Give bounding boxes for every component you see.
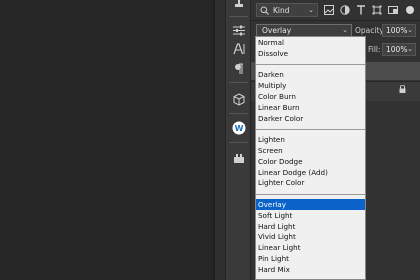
3d-cube-icon[interactable] <box>226 89 252 109</box>
chevron-down-icon: ⌄ <box>407 45 413 53</box>
chevron-down-icon: ⌄ <box>308 6 314 14</box>
adjustments-icon[interactable] <box>226 20 252 40</box>
shape-layer-filter-icon[interactable] <box>370 3 384 17</box>
canvas-area[interactable] <box>0 0 213 280</box>
chevron-down-icon: ⌄ <box>342 26 348 34</box>
blend-option-linear-light[interactable]: Linear Light <box>256 242 365 253</box>
layer-filter-bar: Kind ⌄ <box>251 0 420 21</box>
blend-mode-menu: Normal Dissolve Darken Multiply Color Burn Li… <box>255 36 366 280</box>
blend-option-multiply[interactable]: Multiply <box>256 80 365 91</box>
character-icon[interactable] <box>226 39 252 59</box>
pixel-layer-filter-icon[interactable] <box>322 3 336 17</box>
strip-divider <box>229 113 248 114</box>
smart-object-filter-icon[interactable] <box>386 3 400 17</box>
fill-field[interactable]: 100% ⌄ <box>382 43 416 56</box>
panel-icon-strip: W <box>225 0 251 280</box>
blend-option-darken[interactable]: Darken <box>256 69 365 80</box>
strip-divider <box>229 82 248 83</box>
filter-toggle-icon[interactable] <box>403 3 417 17</box>
kind-filter-label: Kind <box>273 6 290 15</box>
blend-option-color-burn[interactable]: Color Burn <box>256 91 365 102</box>
lock-icon <box>399 84 406 95</box>
fill-label: Fill: <box>368 45 381 54</box>
blend-option-color-dodge[interactable]: Color Dodge <box>256 156 365 167</box>
blend-option-dissolve[interactable]: Dissolve <box>256 48 365 59</box>
blend-option-linear-burn[interactable]: Linear Burn <box>256 102 365 113</box>
menu-separator <box>256 64 365 65</box>
blend-option-lighter-color[interactable]: Lighter Color <box>256 177 365 188</box>
search-icon <box>260 6 269 17</box>
dock-gutter <box>215 0 225 280</box>
strip-divider <box>229 16 248 17</box>
opacity-value: 100% <box>386 26 408 35</box>
blend-option-darker-color[interactable]: Darker Color <box>256 113 365 124</box>
blend-option-hard-mix[interactable]: Hard Mix <box>256 264 365 275</box>
blend-option-pin-light[interactable]: Pin Light <box>256 253 365 264</box>
blend-option-soft-light[interactable]: Soft Light <box>256 210 365 221</box>
blend-option-normal[interactable]: Normal <box>256 37 365 48</box>
blend-option-overlay[interactable]: Overlay <box>256 199 365 210</box>
stamp-icon[interactable] <box>226 0 252 8</box>
strip-divider <box>229 142 248 143</box>
svg-text:W: W <box>235 124 244 133</box>
menu-separator <box>256 129 365 130</box>
chevron-down-icon: ⌄ <box>407 26 413 34</box>
plugin-icon[interactable] <box>226 148 252 168</box>
wordpress-icon[interactable]: W <box>226 118 252 138</box>
blend-option-lighten[interactable]: Lighten <box>256 134 365 145</box>
type-layer-filter-icon[interactable] <box>354 3 368 17</box>
blend-mode-value: Overlay <box>262 26 292 35</box>
adjustment-layer-filter-icon[interactable] <box>338 3 352 17</box>
opacity-field[interactable]: 100% ⌄ <box>382 24 416 37</box>
blend-option-vivid-light[interactable]: Vivid Light <box>256 231 365 242</box>
fill-value: 100% <box>386 45 408 54</box>
menu-separator <box>256 194 365 195</box>
paragraph-icon[interactable] <box>226 59 252 79</box>
kind-filter-dropdown[interactable]: Kind ⌄ <box>256 3 318 17</box>
blend-option-screen[interactable]: Screen <box>256 145 365 156</box>
